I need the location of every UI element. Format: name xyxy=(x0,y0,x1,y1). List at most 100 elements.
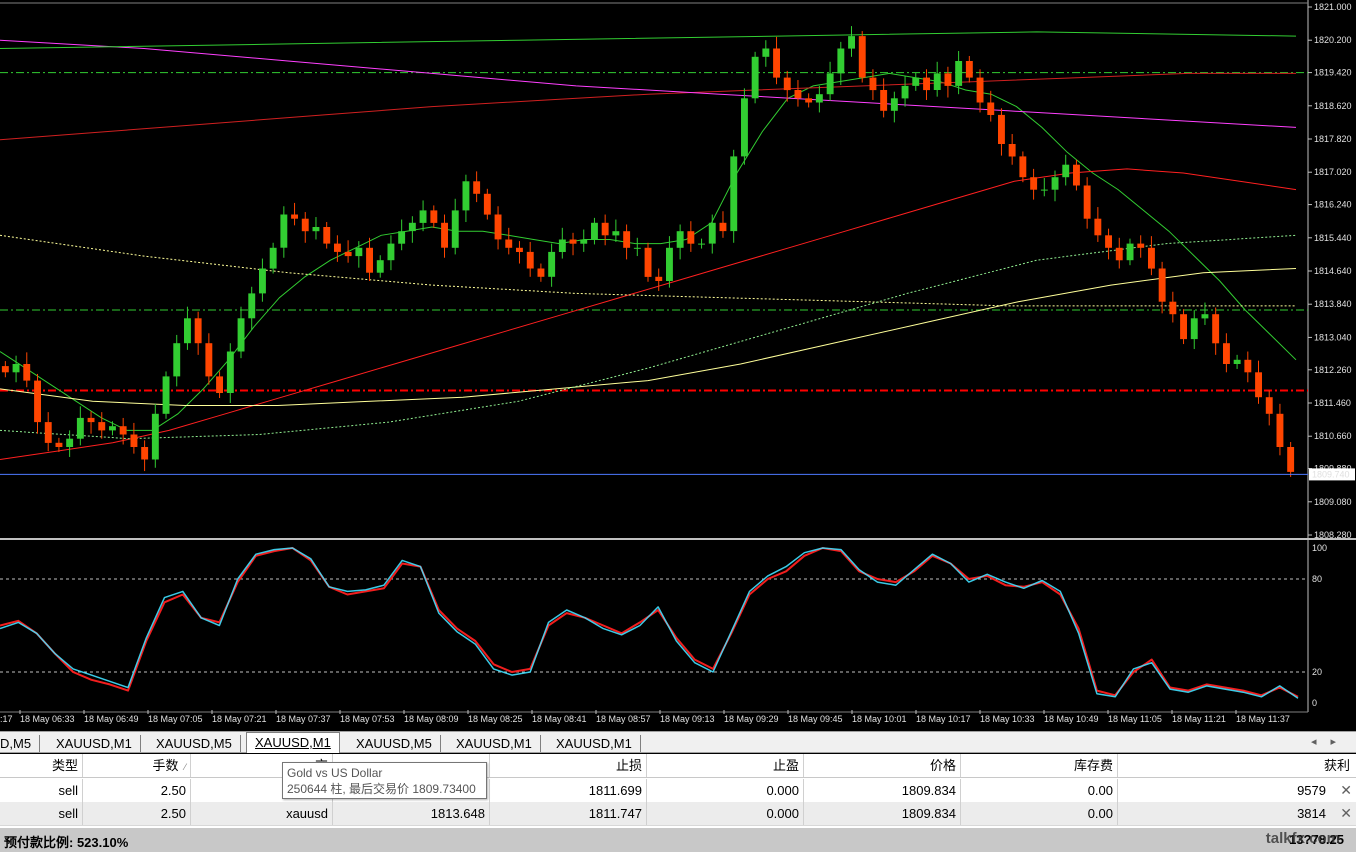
candle-body xyxy=(451,210,459,248)
price-tick-label: 1809.080 xyxy=(1314,497,1352,507)
candle-body xyxy=(591,222,598,240)
candle-body xyxy=(259,268,266,294)
arrow-right-icon[interactable]: ▸ xyxy=(1330,736,1350,748)
time-tick-label: 18 May 07:05 xyxy=(148,714,203,724)
col-header-type[interactable]: 类型 xyxy=(0,754,83,777)
cell-symbol: xauusd xyxy=(191,802,333,825)
col-header-take-profit[interactable]: 止盈 xyxy=(647,754,804,777)
close-order-icon[interactable]: ✕ xyxy=(1340,779,1352,802)
tab-chart-7[interactable]: XAUUSD,M1 xyxy=(548,735,641,752)
candle-body xyxy=(1255,372,1262,398)
candle-body xyxy=(1148,247,1155,269)
candle-body xyxy=(23,364,31,381)
candle-body xyxy=(890,98,898,111)
candle-body xyxy=(1169,301,1177,315)
candle-body xyxy=(344,251,352,257)
candle-body xyxy=(291,214,298,219)
time-tick-label: 18 May 10:33 xyxy=(980,714,1035,724)
cell-type: sell xyxy=(0,779,83,802)
candle-body xyxy=(1115,247,1123,261)
candle-body xyxy=(44,422,52,443)
price-tick-label: 1811.460 xyxy=(1314,398,1351,408)
price-tick-label: 1820.200 xyxy=(1314,35,1352,45)
candle-body xyxy=(719,222,727,232)
candle-body xyxy=(1244,359,1252,373)
candle-body xyxy=(1201,314,1209,319)
candle-body xyxy=(473,181,481,194)
time-tick-label: 18 May 08:25 xyxy=(468,714,523,724)
candle-body xyxy=(366,247,373,273)
tab-chart-4-active[interactable]: XAUUSD,M1 xyxy=(246,732,340,753)
candle-body xyxy=(1190,318,1198,340)
time-tick-label: 18 May 07:37 xyxy=(276,714,331,724)
candle-body xyxy=(376,260,384,273)
col-header-price[interactable]: 价格 xyxy=(804,754,961,777)
tab-chart-3[interactable]: XAUUSD,M5 xyxy=(148,735,241,752)
chart-background xyxy=(0,0,1356,538)
col-header-swap[interactable]: 库存费 xyxy=(961,754,1118,777)
candle-body xyxy=(783,77,791,91)
chart-tab-bar: D,M5 XAUUSD,M1 XAUUSD,M5 XAUUSD,M1 XAUUS… xyxy=(0,731,1356,753)
candle-body xyxy=(698,243,705,245)
candle-body xyxy=(387,243,395,261)
candle-body xyxy=(194,318,202,344)
candle-body xyxy=(1094,218,1102,236)
col-header-profit[interactable]: 获利 xyxy=(1118,754,1356,777)
tab-scroll-arrows[interactable]: ◂▸ xyxy=(1311,735,1350,748)
time-tick-label: 18 May 10:01 xyxy=(852,714,907,724)
cell-lots: 2.50 xyxy=(83,802,191,825)
price-tick-label: 1816.240 xyxy=(1314,200,1352,210)
cell-price: 1809.834 xyxy=(804,779,961,802)
time-tick-label: 18 May 09:45 xyxy=(788,714,843,724)
tab-chart-2[interactable]: XAUUSD,M1 xyxy=(48,735,141,752)
price-tick-label: 1817.820 xyxy=(1314,134,1352,144)
time-tick-label: :17 xyxy=(0,714,13,724)
candle-body xyxy=(248,293,256,319)
candle-body xyxy=(1051,177,1059,190)
candle-body xyxy=(923,77,930,91)
candle-body xyxy=(505,239,513,248)
symbol-tooltip: Gold vs US Dollar 250644 柱, 最后交易价 1809.7… xyxy=(282,762,487,799)
candle-body xyxy=(1126,243,1134,261)
tab-chart-6[interactable]: XAUUSD,M1 xyxy=(448,735,541,752)
candle-body xyxy=(998,114,1005,144)
candle-body xyxy=(1008,144,1016,157)
candle-body xyxy=(516,247,523,252)
current-price-label: 1809.740 xyxy=(1312,469,1350,479)
candle-body xyxy=(773,48,780,78)
candle-body xyxy=(987,102,995,115)
candle-body xyxy=(848,36,855,49)
price-chart[interactable]: 1821.000 1820.200 1819.420 1818.620 1817.820… xyxy=(0,0,1356,538)
oscillator-tick-label: 100 xyxy=(1312,543,1327,553)
candle-body xyxy=(1073,164,1080,186)
candle-body xyxy=(87,417,95,423)
candle-body xyxy=(901,85,909,99)
tab-chart-1[interactable]: D,M5 xyxy=(0,735,41,752)
candle-body xyxy=(141,447,149,460)
candle-body xyxy=(805,98,813,103)
table-row[interactable]: sell 2.50 xauusd 1813.648 1811.747 0.000… xyxy=(0,802,1356,826)
candle-body xyxy=(666,247,673,281)
candle-body xyxy=(398,231,406,244)
time-tick-label: 18 May 09:29 xyxy=(724,714,779,724)
candle-body xyxy=(601,222,609,236)
table-row[interactable]: sell 2.50 1811.699 0.000 1809.834 0.00 9… xyxy=(0,779,1356,803)
close-order-icon[interactable]: ✕ xyxy=(1340,802,1352,825)
tab-chart-5[interactable]: XAUUSD,M5 xyxy=(348,735,441,752)
stochastic-chart[interactable]: 100 80 20 0:17 18 May 06:33 18 May 06:49 18 Ma… xyxy=(0,540,1356,730)
cell-profit: 3814 xyxy=(1297,806,1326,821)
candle-body xyxy=(633,247,641,249)
candle-body xyxy=(676,231,684,248)
candle-body xyxy=(66,438,74,447)
candle-body xyxy=(1,366,9,373)
col-header-stop-loss[interactable]: 止损 xyxy=(490,754,647,777)
candle-body xyxy=(269,247,277,269)
price-tick-label: 1808.280 xyxy=(1314,530,1352,538)
arrow-left-icon[interactable]: ◂ xyxy=(1311,736,1331,748)
candle-body xyxy=(1233,359,1241,364)
candle-body xyxy=(912,77,920,86)
watermark-logo: talkfx.com xyxy=(1265,830,1340,847)
col-header-lots[interactable]: 手数 ⁄ xyxy=(83,754,191,777)
candle-body xyxy=(623,231,631,248)
cell-swap: 0.00 xyxy=(961,779,1118,802)
